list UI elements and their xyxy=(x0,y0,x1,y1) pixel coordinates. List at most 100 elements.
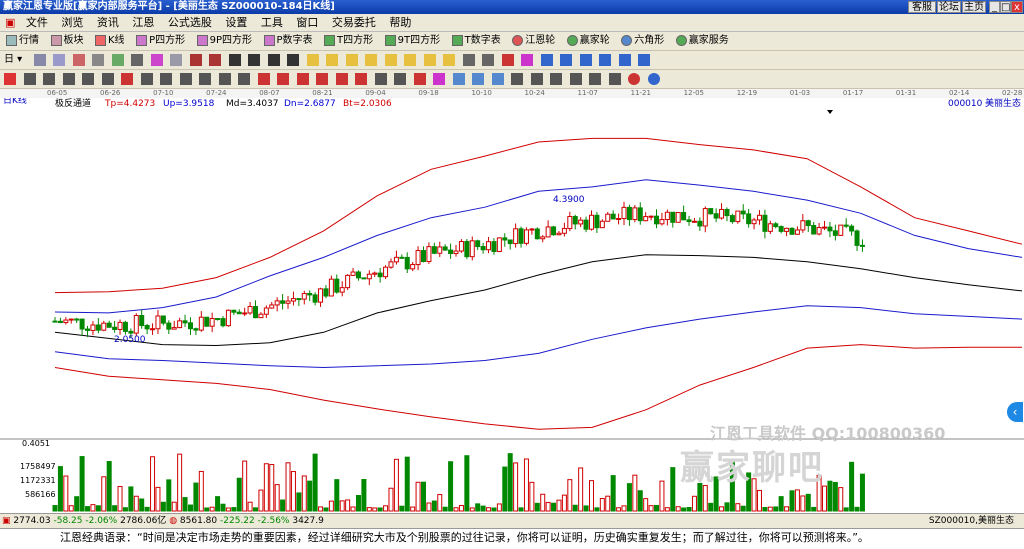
tool-icon[interactable] xyxy=(23,73,36,85)
tool-icon[interactable] xyxy=(404,54,417,66)
tool-icon[interactable] xyxy=(209,54,222,66)
tool-icon[interactable] xyxy=(589,73,601,85)
toolbar-t-table[interactable]: T数字表 xyxy=(450,32,501,50)
toolbar-winner-wheel[interactable]: 赢家轮 xyxy=(565,32,610,50)
tool-icon[interactable] xyxy=(121,73,133,85)
tool-icon[interactable] xyxy=(326,54,339,66)
tool-icon[interactable] xyxy=(335,73,348,85)
tool-icon[interactable] xyxy=(423,54,436,66)
tool-icon[interactable] xyxy=(228,54,241,66)
volume-bar xyxy=(588,480,594,512)
tool-icon[interactable] xyxy=(462,54,475,66)
tool-icon[interactable] xyxy=(521,54,534,66)
toolbar-quotes[interactable]: 行情 xyxy=(4,32,39,50)
tool-icon[interactable] xyxy=(179,73,192,85)
tool-icon[interactable] xyxy=(4,73,16,85)
tool-icon[interactable] xyxy=(296,73,309,85)
tool-icon[interactable] xyxy=(452,73,465,85)
toolbar-hexagon[interactable]: 六角形 xyxy=(619,32,664,50)
tool-icon[interactable] xyxy=(560,54,573,66)
menu-window[interactable]: 窗口 xyxy=(291,14,323,31)
tool-icon[interactable] xyxy=(540,54,553,66)
tool-icon[interactable] xyxy=(150,54,163,66)
menu-help[interactable]: 帮助 xyxy=(384,14,416,31)
tool-icon[interactable] xyxy=(287,54,300,66)
tool-icon[interactable] xyxy=(111,54,124,66)
tool-icon[interactable] xyxy=(170,54,183,66)
minimize-button[interactable]: _ xyxy=(989,1,1000,13)
tool-icon[interactable] xyxy=(511,73,523,85)
menu-browse[interactable]: 浏览 xyxy=(56,14,88,31)
tool-icon[interactable] xyxy=(599,54,612,66)
tool-icon[interactable] xyxy=(199,73,211,85)
tool-icon[interactable] xyxy=(72,54,85,66)
menu-gann[interactable]: 江恩 xyxy=(127,14,159,31)
tool-icon[interactable] xyxy=(618,54,631,66)
infinity-icon[interactable] xyxy=(647,73,660,85)
tool-icon[interactable] xyxy=(218,73,231,85)
toolbar-service[interactable]: 赢家服务 xyxy=(674,32,729,50)
tool-icon[interactable] xyxy=(189,54,202,66)
tool-icon[interactable] xyxy=(384,54,397,66)
menu-file[interactable]: 文件 xyxy=(21,14,53,31)
tool-icon[interactable] xyxy=(257,73,270,85)
tool-icon[interactable] xyxy=(248,54,261,66)
tool-icon[interactable] xyxy=(131,54,144,66)
tool-icon[interactable] xyxy=(638,54,651,66)
tool-icon[interactable] xyxy=(550,73,562,85)
tool-icon[interactable] xyxy=(579,54,592,66)
tool-icon[interactable] xyxy=(355,73,367,85)
tool-icon[interactable] xyxy=(491,73,504,85)
pie-icon[interactable] xyxy=(628,73,640,85)
tool-icon[interactable] xyxy=(277,73,289,85)
toolbar-kline[interactable]: K线 xyxy=(93,32,125,50)
toolbar-p-table[interactable]: P数字表 xyxy=(262,32,313,50)
tool-icon[interactable] xyxy=(482,54,495,66)
tool-icon[interactable] xyxy=(316,73,328,85)
tool-icon[interactable] xyxy=(433,73,445,85)
close-button[interactable]: x xyxy=(1011,1,1023,13)
tool-icon[interactable] xyxy=(43,73,55,85)
menu-settings[interactable]: 设置 xyxy=(220,14,252,31)
home-button[interactable]: 主页 xyxy=(962,1,986,13)
tool-icon[interactable] xyxy=(82,73,94,85)
tool-icon[interactable] xyxy=(345,54,358,66)
toolbar-p-square[interactable]: P四方形 xyxy=(134,32,185,50)
toolbar-t-square[interactable]: T四方形 xyxy=(322,32,373,50)
tool-icon[interactable] xyxy=(394,73,406,85)
menu-tools[interactable]: 工具 xyxy=(256,14,288,31)
toolbar-gann-wheel[interactable]: 江恩轮 xyxy=(510,32,555,50)
tool-icon[interactable] xyxy=(160,73,172,85)
tool-icon[interactable] xyxy=(33,54,46,66)
tool-icon[interactable] xyxy=(472,73,484,85)
tool-icon[interactable] xyxy=(53,54,66,66)
tool-icon[interactable] xyxy=(501,54,514,66)
tool-icon[interactable] xyxy=(101,73,114,85)
side-scroll-button[interactable]: ‹ xyxy=(1007,402,1023,422)
tool-icon[interactable] xyxy=(530,73,543,85)
menu-news[interactable]: 资讯 xyxy=(92,14,124,31)
service-button[interactable]: 客服 xyxy=(908,1,936,13)
tool-icon[interactable] xyxy=(569,73,582,85)
toolbar-sectors[interactable]: 板块 xyxy=(49,32,84,50)
forum-button[interactable]: 论坛 xyxy=(937,1,961,13)
tool-icon[interactable] xyxy=(365,54,378,66)
tool-icon[interactable] xyxy=(374,73,387,85)
tool-icon[interactable] xyxy=(267,54,280,66)
toolbar-9t-square[interactable]: 9T四方形 xyxy=(383,32,440,50)
tool-icon[interactable] xyxy=(608,73,621,85)
kline-chart[interactable]: 日K线 极反通道 Tp=4.4273 Up=3.9518 Md=3.4037 D… xyxy=(0,94,1024,513)
tool-icon[interactable] xyxy=(62,73,75,85)
tool-icon[interactable] xyxy=(92,54,105,66)
tool-icon[interactable] xyxy=(238,73,250,85)
menu-formula[interactable]: 公式选股 xyxy=(163,14,217,31)
tool-icon[interactable] xyxy=(140,73,153,85)
tool-icon[interactable] xyxy=(413,73,426,85)
tool-icon[interactable] xyxy=(306,54,319,66)
toolbar-9p-square[interactable]: 9P四方形 xyxy=(195,32,252,50)
chart-canvas[interactable]: 日K线 极反通道 Tp=4.4273 Up=3.9518 Md=3.4037 D… xyxy=(0,94,1024,513)
menu-trade[interactable]: 交易委托 xyxy=(327,14,381,31)
maximize-button[interactable]: □ xyxy=(1000,1,1011,13)
period-select[interactable]: 日 ▾ xyxy=(4,51,22,69)
tool-icon[interactable] xyxy=(443,54,456,66)
